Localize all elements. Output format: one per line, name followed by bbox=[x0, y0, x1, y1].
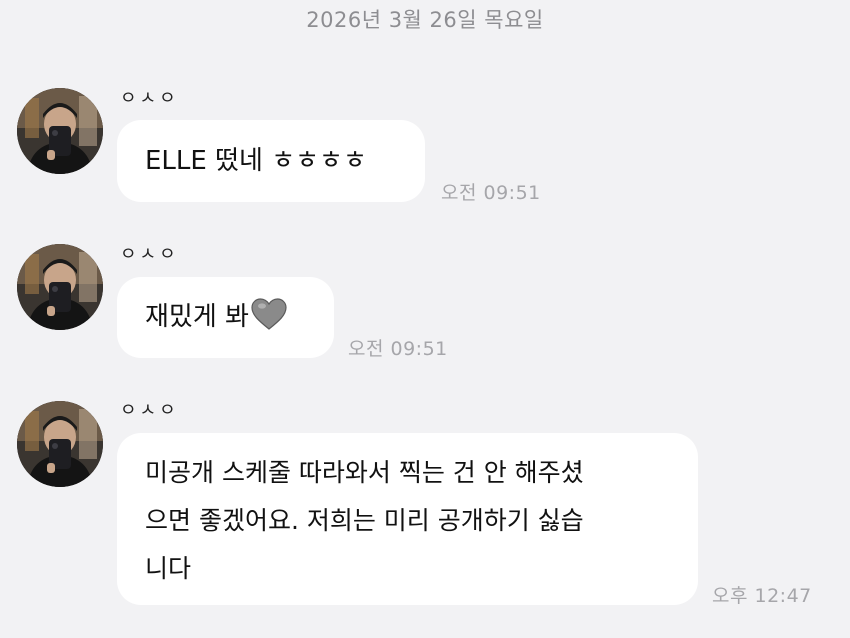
avatar[interactable] bbox=[17, 244, 103, 330]
message-text-line: 으면 좋겠어요. 저희는 미리 공개하기 싫습 bbox=[145, 506, 584, 535]
grey-heart-icon bbox=[251, 298, 287, 345]
sender-name: ㅇㅅㅇ bbox=[120, 88, 179, 109]
avatar[interactable] bbox=[17, 401, 103, 487]
message-timestamp: 오후 12:47 bbox=[712, 585, 812, 607]
avatar[interactable] bbox=[17, 88, 103, 174]
sender-name: ㅇㅅㅇ bbox=[120, 244, 179, 265]
message-text: ELLE 떴네 ㅎㅎㅎㅎ bbox=[145, 146, 367, 176]
message-text-line: 니다 bbox=[145, 554, 192, 583]
message-bubble: 미공개 스케줄 따라와서 찍는 건 안 해주셨 으면 좋겠어요. 저희는 미리 … bbox=[117, 433, 698, 605]
message-timestamp: 오전 09:51 bbox=[441, 182, 541, 204]
date-header: 2026년 3월 26일 목요일 bbox=[306, 8, 544, 32]
message-timestamp: 오전 09:51 bbox=[348, 338, 448, 360]
message-text: 재밌게 봐 bbox=[145, 302, 249, 332]
message-bubble: 재밌게 봐 bbox=[117, 277, 334, 358]
sender-name: ㅇㅅㅇ bbox=[120, 400, 179, 421]
message-text-line: 미공개 스케줄 따라와서 찍는 건 안 해주셨 bbox=[145, 458, 584, 487]
message-bubble: ELLE 떴네 ㅎㅎㅎㅎ bbox=[117, 120, 425, 202]
